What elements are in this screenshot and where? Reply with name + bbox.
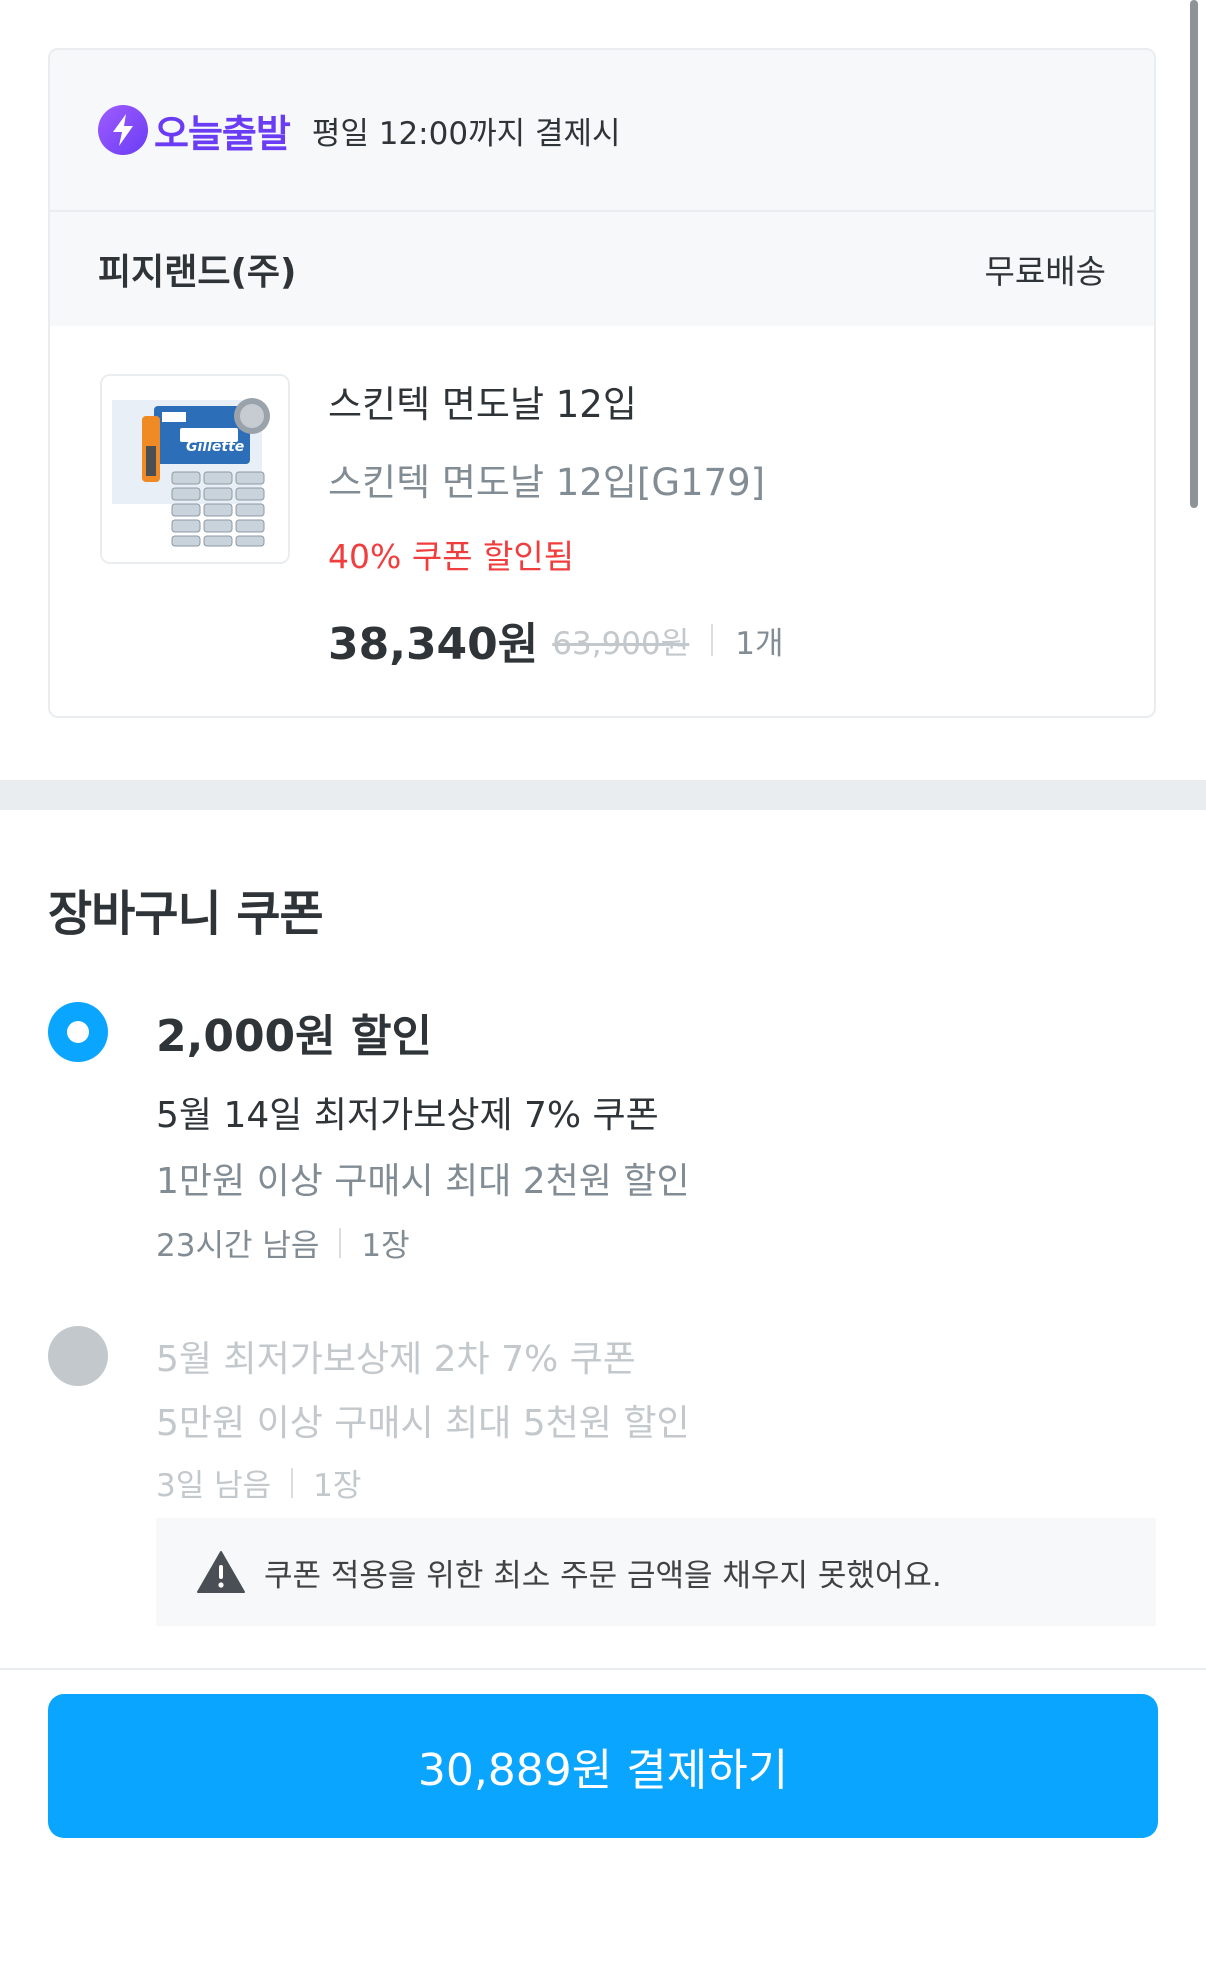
- product-original-price: 63,900원: [552, 625, 690, 662]
- divider: [339, 1227, 342, 1258]
- product-option: 스킨텍 면도날 12입[G179]: [328, 461, 766, 504]
- divider: [291, 1467, 294, 1498]
- coupon-name: 5월 최저가보상제 2차 7% 쿠폰: [156, 1339, 636, 1380]
- thumbnail-brand-text: Gillette: [186, 439, 244, 455]
- bottom-divider: [0, 1668, 1206, 1670]
- coupon-condition: 1만원 이상 구매시 최대 2천원 할인: [156, 1161, 690, 1202]
- coupon-count: 1장: [361, 1228, 410, 1264]
- radio-dot-icon: [67, 1021, 89, 1043]
- coupon-radio-disabled: [48, 1326, 108, 1386]
- shipping-fee: 무료배송: [984, 252, 1106, 291]
- product-quantity: 1개: [735, 625, 784, 662]
- product-coupon-note: 40% 쿠폰 할인됨: [328, 537, 575, 576]
- coupon-count: 1장: [313, 1468, 362, 1504]
- coupon-discount-amount[interactable]: 2,000원 할인: [156, 1000, 432, 1064]
- scrollbar[interactable]: [1190, 0, 1198, 508]
- coupon-warning-box: 쿠폰 적용을 위한 최소 주문 금액을 채우지 못했어요.: [156, 1518, 1156, 1626]
- product-item: Gillette 스킨텍 면도날 12입 스킨텍 면도날 12입[G179] 4…: [50, 326, 1154, 716]
- cart-coupon-heading: 장바구니 쿠폰: [48, 886, 324, 942]
- today-delivery-label: 오늘출발: [154, 111, 291, 156]
- coupon-remaining-time: 3일 남음: [156, 1468, 272, 1504]
- seller-name: 피지랜드(주): [98, 252, 297, 293]
- order-card: 오늘출발 평일 12:00까지 결제시 피지랜드(주) 무료배송 Gillett…: [48, 48, 1156, 718]
- coupon-warning-text: 쿠폰 적용을 위한 최소 주문 금액을 채우지 못했어요.: [264, 1557, 942, 1594]
- product-price: 38,340원: [328, 619, 539, 670]
- warning-icon: [197, 1551, 245, 1593]
- divider: [711, 624, 714, 656]
- section-divider: [0, 780, 1206, 810]
- delivery-info: 오늘출발 평일 12:00까지 결제시: [50, 50, 1154, 212]
- pay-button[interactable]: 30,889원 결제하기: [48, 1694, 1158, 1838]
- product-title[interactable]: 스킨텍 면도날 12입: [328, 374, 637, 428]
- delivery-cutoff-note: 평일 12:00까지 결제시: [311, 115, 621, 152]
- product-thumbnail[interactable]: Gillette: [100, 374, 290, 564]
- coupon-radio-selected[interactable]: [48, 1002, 108, 1062]
- coupon-meta: 23시간 남음 1장: [156, 1220, 410, 1265]
- coupon-name[interactable]: 5월 14일 최저가보상제 7% 쿠폰: [156, 1086, 659, 1138]
- seller-row: 피지랜드(주) 무료배송: [50, 212, 1154, 326]
- product-price-line: 38,340원 63,900원 1개: [328, 608, 784, 672]
- coupon-condition: 5만원 이상 구매시 최대 5천원 할인: [156, 1403, 690, 1444]
- coupon-meta: 3일 남음 1장: [156, 1460, 361, 1505]
- lightning-icon: [98, 105, 148, 155]
- coupon-remaining-time: 23시간 남음: [156, 1228, 320, 1264]
